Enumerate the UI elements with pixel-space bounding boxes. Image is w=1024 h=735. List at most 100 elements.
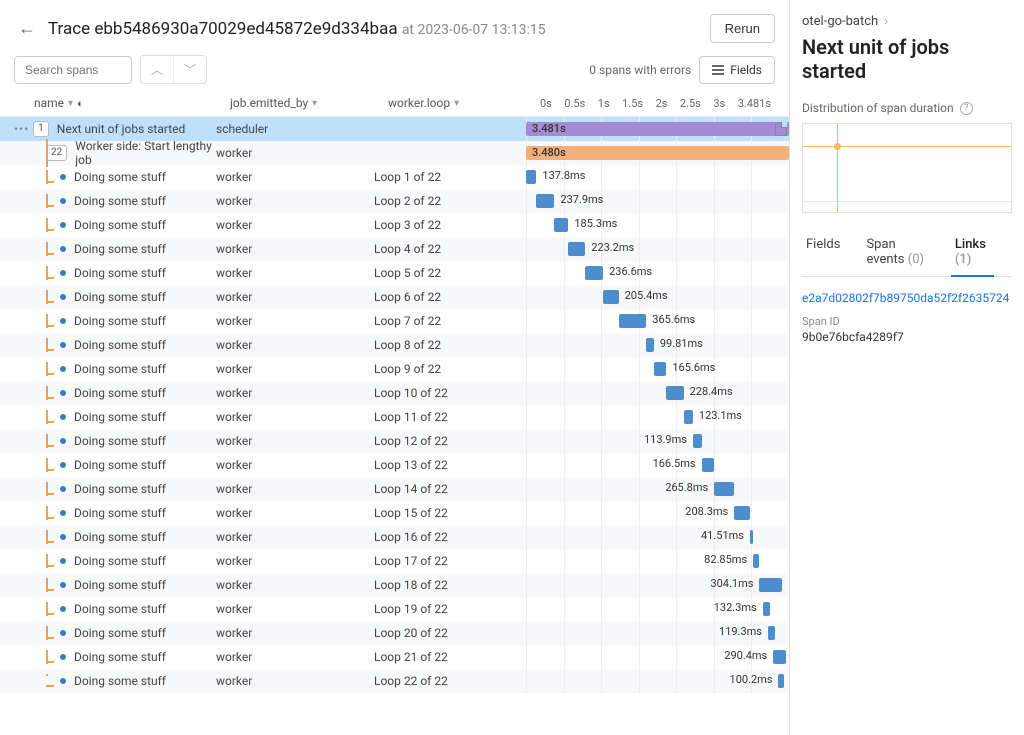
side-panel: otel-go-batch › Next unit of jobs starte… [789, 0, 1024, 735]
rerun-button[interactable]: Rerun [710, 14, 775, 43]
span-emitted-by: worker [216, 314, 374, 328]
span-emitted-by: worker [216, 674, 374, 688]
breadcrumb[interactable]: otel-go-batch [802, 14, 878, 29]
span-bar[interactable] [526, 170, 536, 184]
span-duration: 236.6ms [603, 265, 652, 278]
span-row[interactable]: Doing some stuffworkerLoop 14 of 22265.8… [0, 477, 789, 501]
span-bar[interactable] [753, 554, 759, 568]
help-icon[interactable]: ? [960, 102, 973, 115]
more-icon[interactable]: ••• [0, 122, 31, 136]
span-name: Next unit of jobs started [57, 122, 186, 136]
span-row[interactable]: Doing some stuffworkerLoop 2 of 22237.9m… [0, 189, 789, 213]
span-row[interactable]: Doing some stuffworkerLoop 13 of 22166.5… [0, 453, 789, 477]
span-bar[interactable] [684, 410, 693, 424]
span-bar[interactable] [693, 434, 702, 448]
sort-down-icon[interactable]: ▾ [454, 98, 459, 109]
col-worker-loop[interactable]: worker.loop [388, 96, 450, 110]
span-bar[interactable] [778, 674, 784, 688]
span-row[interactable]: Doing some stuffworkerLoop 10 of 22228.4… [0, 381, 789, 405]
span-bar[interactable] [554, 218, 568, 232]
column-header: name ▾ ◐ job.emitted_by ▾ worker.loop ▾ … [0, 92, 789, 117]
span-bar[interactable] [585, 266, 603, 280]
distribution-chart[interactable] [802, 123, 1012, 213]
span-dot-icon [60, 534, 66, 540]
span-bar[interactable] [568, 242, 585, 256]
span-loop: Loop 22 of 22 [374, 674, 526, 688]
col-emitted-by[interactable]: job.emitted_by [230, 96, 308, 110]
span-row[interactable]: Doing some stuffworkerLoop 4 of 22223.2m… [0, 237, 789, 261]
span-row[interactable]: Doing some stuffworkerLoop 19 of 22132.3… [0, 597, 789, 621]
span-row[interactable]: Doing some stuffworkerLoop 16 of 2241.51… [0, 525, 789, 549]
span-row[interactable]: Doing some stuffworkerLoop 7 of 22365.6m… [0, 309, 789, 333]
span-bar[interactable] [714, 482, 734, 496]
span-bar[interactable] [646, 338, 654, 352]
span-row[interactable]: Doing some stuffworkerLoop 15 of 22208.3… [0, 501, 789, 525]
span-duration: 237.9ms [554, 193, 603, 206]
span-row[interactable]: Doing some stuffworkerLoop 3 of 22185.3m… [0, 213, 789, 237]
span-id-label: Span ID [802, 315, 1012, 328]
nav-down-icon[interactable]: ﹀ [173, 56, 206, 83]
span-bar[interactable] [759, 578, 782, 592]
span-timeline: 166.5ms [526, 453, 789, 477]
sort-down-icon[interactable]: ▾ [68, 98, 73, 109]
span-row[interactable]: Doing some stuffworkerLoop 22 of 22100.2… [0, 669, 789, 693]
span-bar[interactable] [654, 362, 667, 376]
span-row[interactable]: Doing some stuffworkerLoop 20 of 22119.3… [0, 621, 789, 645]
span-row[interactable]: Doing some stuffworkerLoop 5 of 22236.6m… [0, 261, 789, 285]
span-emitted-by: worker [216, 410, 374, 424]
span-loop: Loop 19 of 22 [374, 602, 526, 616]
span-bar[interactable] [734, 506, 750, 520]
span-bar[interactable] [768, 626, 775, 640]
span-row[interactable]: Doing some stuffworkerLoop 17 of 2282.85… [0, 549, 789, 573]
contrast-icon[interactable]: ◐ [77, 97, 84, 110]
span-bar[interactable] [702, 458, 715, 472]
span-dot-icon [60, 198, 66, 204]
span-bar[interactable] [666, 386, 683, 400]
tab-span-events[interactable]: Span events (0) [862, 229, 932, 276]
note-icon[interactable] [775, 122, 787, 136]
span-row[interactable]: Doing some stuffworkerLoop 21 of 22290.4… [0, 645, 789, 669]
span-timeline: 265.8ms [526, 477, 789, 501]
span-loop: Loop 2 of 22 [374, 194, 526, 208]
nav-up-icon[interactable]: ︿ [141, 56, 173, 83]
sort-down-icon[interactable]: ▾ [312, 98, 317, 109]
span-emitted-by: worker [216, 434, 374, 448]
span-loop: Loop 17 of 22 [374, 554, 526, 568]
span-emitted-by: worker [216, 626, 374, 640]
span-duration: 208.3ms [685, 505, 734, 518]
span-dot-icon [60, 582, 66, 588]
span-emitted-by: worker [216, 482, 374, 496]
span-bar[interactable] [763, 602, 771, 616]
search-input[interactable] [14, 56, 132, 84]
span-loop: Loop 15 of 22 [374, 506, 526, 520]
span-bar[interactable] [603, 290, 618, 304]
span-dot-icon [60, 246, 66, 252]
span-row[interactable]: Doing some stuffworkerLoop 18 of 22304.1… [0, 573, 789, 597]
span-bar[interactable] [619, 314, 647, 328]
link-trace-id[interactable]: e2a7d02802f7b89750da52f2f2635724 [802, 291, 1012, 305]
span-duration: 132.3ms [714, 601, 763, 614]
span-loop: Loop 16 of 22 [374, 530, 526, 544]
span-duration: 185.3ms [568, 217, 617, 230]
tab-links[interactable]: Links (1) [951, 229, 994, 277]
span-name: Doing some stuff [74, 218, 166, 232]
chevron-right-icon: › [884, 14, 888, 29]
span-row[interactable]: Doing some stuffworkerLoop 8 of 2299.81m… [0, 333, 789, 357]
span-emitted-by: worker [216, 530, 374, 544]
span-row[interactable]: Doing some stuffworkerLoop 12 of 22113.9… [0, 429, 789, 453]
tab-fields[interactable]: Fields [802, 229, 844, 276]
span-bar[interactable] [750, 530, 753, 544]
span-row[interactable]: Doing some stuffworkerLoop 9 of 22165.6m… [0, 357, 789, 381]
span-bar[interactable] [773, 650, 786, 664]
col-name[interactable]: name [34, 96, 64, 110]
back-arrow-icon[interactable]: ← [14, 18, 40, 39]
span-row[interactable]: Doing some stuffworkerLoop 1 of 22137.8m… [0, 165, 789, 189]
span-name: Doing some stuff [74, 482, 166, 496]
fields-button[interactable]: Fields [699, 56, 775, 84]
span-timeline: 228.4ms [526, 381, 789, 405]
span-row[interactable]: •••1Next unit of jobs startedscheduler3.… [0, 117, 789, 141]
span-row[interactable]: Doing some stuffworkerLoop 11 of 22123.1… [0, 405, 789, 429]
span-bar[interactable] [536, 194, 554, 208]
span-row[interactable]: Doing some stuffworkerLoop 6 of 22205.4m… [0, 285, 789, 309]
span-row[interactable]: 22Worker side: Start lengthy jobworker3.… [0, 141, 789, 165]
